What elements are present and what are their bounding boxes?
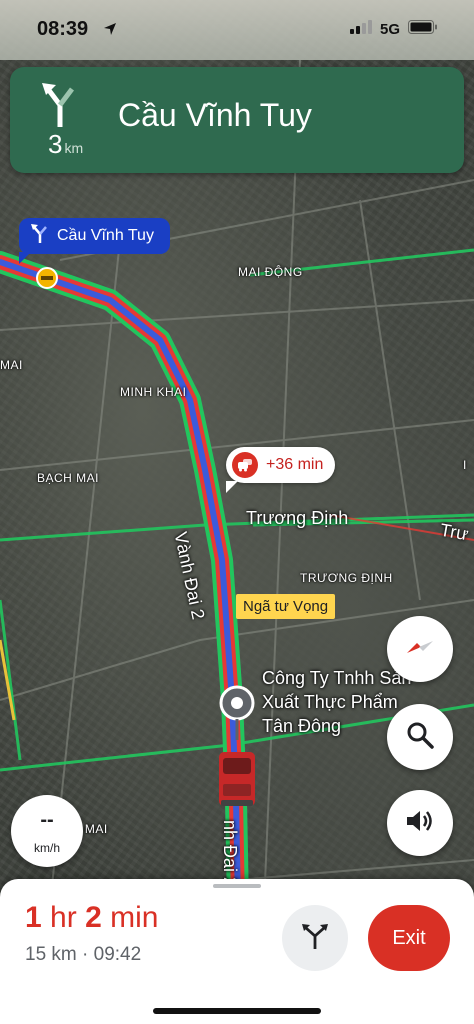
- map-label-minh-khai: MINH KHAI: [120, 385, 187, 399]
- location-arrow-icon: [103, 22, 117, 41]
- next-turn-callout[interactable]: Cầu Vĩnh Tuy: [19, 218, 170, 264]
- search-button[interactable]: [387, 704, 453, 770]
- duration-minutes-unit: min: [110, 901, 159, 934]
- sheet-drag-handle[interactable]: [213, 884, 261, 888]
- duration-hours-unit: hr: [50, 901, 77, 934]
- speed-value: --: [40, 809, 54, 831]
- intersection-label: Ngã tư Vọng: [236, 594, 336, 619]
- sound-button[interactable]: [387, 790, 453, 856]
- trip-distance: 15 km: [25, 944, 77, 965]
- map-label-i: I: [463, 458, 467, 472]
- map-label-mai: MAI: [0, 358, 23, 372]
- volume-icon: [405, 808, 435, 839]
- exit-navigation-button[interactable]: Exit: [368, 905, 450, 971]
- trip-separator: ·: [82, 944, 89, 965]
- banner-distance-value: 3: [48, 129, 63, 159]
- battery-icon: [408, 20, 438, 39]
- trip-summary-sheet[interactable]: 1 hr 2 min 15 km · 09:42 Exit: [0, 879, 474, 1024]
- banner-distance: 3 km: [48, 129, 83, 160]
- poi-label-line1: Công Ty Tnhh Sản: [262, 668, 412, 688]
- trip-duration: 1 hr 2 min: [25, 901, 158, 935]
- duration-hours: 1: [25, 901, 42, 934]
- compass-icon: [405, 637, 435, 662]
- direction-banner[interactable]: 3 km Cầu Vĩnh Tuy: [10, 67, 464, 173]
- speedometer: -- km/h: [11, 795, 83, 867]
- banner-street-name: Cầu Vĩnh Tuy: [118, 97, 312, 133]
- home-indicator[interactable]: [153, 1008, 321, 1014]
- alternate-routes-button[interactable]: [282, 905, 348, 971]
- trip-details: 15 km · 09:42: [25, 944, 141, 966]
- road-label-vanh-dai-2-lower: nh Đai 2: [220, 820, 240, 888]
- banner-distance-unit: km: [64, 140, 84, 156]
- signal-icon: [349, 20, 372, 39]
- traffic-delay-callout[interactable]: +36 min: [226, 447, 336, 493]
- network-type: 5G: [379, 21, 400, 38]
- map-label-bach-mai: BẠCH MAI: [37, 471, 100, 485]
- arrival-time: 09:42: [93, 944, 142, 965]
- map-label-truong-dinh-district: TRƯƠNG ĐỊNH: [300, 571, 393, 585]
- map-label-mai-dong: MAI ĐỘNG: [238, 265, 303, 279]
- turn-slight-left-icon: [40, 81, 80, 134]
- traffic-car-icon: [232, 452, 258, 478]
- turn-slight-left-icon: [31, 223, 49, 249]
- traffic-delay-label: +36 min: [266, 456, 324, 473]
- incident-marker-icon: [36, 267, 58, 289]
- next-turn-label: Cầu Vĩnh Tuy: [57, 227, 154, 244]
- status-bar: 08:39 5G: [0, 0, 474, 60]
- search-icon: [406, 721, 434, 754]
- poi-label-line2: Xuất Thực Phẩm: [262, 692, 398, 712]
- speed-unit: km/h: [33, 841, 60, 855]
- alternate-routes-icon: [302, 922, 328, 955]
- status-time: 08:39: [37, 18, 89, 40]
- compass-button[interactable]: [387, 616, 453, 682]
- road-label-truong-dinh: Trương Định: [246, 508, 349, 528]
- car-icon: [219, 752, 255, 806]
- duration-minutes: 2: [85, 901, 102, 934]
- status-indicators: 5G: [349, 20, 438, 39]
